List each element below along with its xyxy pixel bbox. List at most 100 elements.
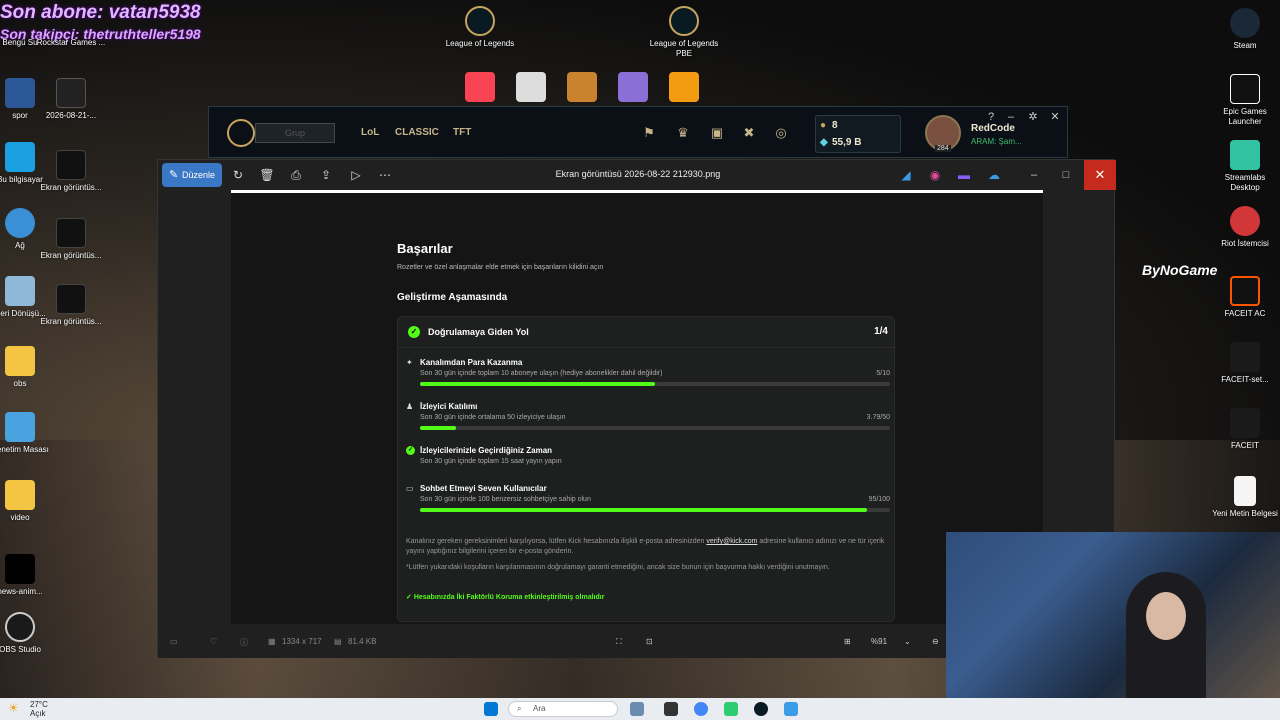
clipchamp-icon[interactable]: ▬ [956,167,972,183]
desktop-icon-riot[interactable]: Riot İstemcisi [1210,206,1280,249]
tft-icon[interactable]: ♛ [675,125,691,141]
store-icon[interactable]: ◎ [773,125,789,141]
fit-icon[interactable]: ⛶ [616,637,622,647]
weather-widget[interactable]: 27°C Açık [30,700,48,718]
desktop-icon-faceit[interactable]: FACEIT [1210,408,1280,451]
recycle-bin-icon [5,276,35,306]
rotate-icon[interactable]: ↻ [230,167,246,183]
zoom-out-icon[interactable]: ⊖ [932,637,939,646]
photos-icon[interactable] [784,702,798,716]
league-logo-icon[interactable] [227,119,255,147]
desktop-icon-label: FACEIT-set... [1221,375,1269,384]
desktop-icon-control-panel[interactable]: Denetim Masası [0,412,55,455]
more-icon[interactable]: ⋯ [377,167,393,183]
desktop-icon-league-of-legends[interactable]: League of Legends [445,6,515,49]
zoom-fit-icon[interactable]: ⊞ [844,637,851,646]
start-icon[interactable] [484,702,498,716]
help-icon[interactable]: ? [983,109,999,125]
minimize-button[interactable]: – [1003,109,1019,125]
email-link[interactable]: verify@kick.com [706,538,757,545]
desktop-icon-video-folder[interactable]: video [0,480,55,523]
faceit-icon [1230,276,1260,306]
champions-icon[interactable]: ✖ [741,125,757,141]
requirement-desc: Son 30 gün içinde ortalama 50 izleyiciye… [420,414,566,421]
be-balance: 55,9 B [832,137,862,148]
task-view-icon[interactable] [664,702,678,716]
party-button[interactable]: Grup [255,123,335,143]
league-icon[interactable] [754,702,768,716]
desktop-icon-screenshot-2[interactable]: Ekran görüntüs... [36,218,106,261]
folder-icon [5,346,35,376]
share-icon[interactable]: ⇪ [318,167,334,183]
delete-icon[interactable]: 🗑 [259,167,275,183]
desktop-icon-faceit-setup[interactable]: FACEIT-set... [1210,342,1280,385]
word-doc-icon [5,78,35,108]
tab-classic[interactable]: CLASSIC [395,127,439,138]
desktop-icon-label: League of Legends PBE [649,39,719,58]
desktop-icon-new-text[interactable]: Yeni Metin Belgesi [1210,476,1280,519]
wallet[interactable]: 8 ● ◆ 55,9 B [815,115,901,153]
desktop-icon-screenshot-3[interactable]: Ekran görüntüs... [36,284,106,327]
slideshow-icon[interactable]: ▷ [348,167,364,183]
taskbar-app-icon[interactable] [630,702,644,716]
settings-icon[interactable]: ✲ [1025,109,1041,125]
folder-icon [5,480,35,510]
desktop-icon-rockstar[interactable]: Rockstar Games ... [36,38,106,48]
search-placeholder: Ara [533,704,546,713]
filmstrip-icon[interactable]: ▭ [170,637,178,646]
edit-button[interactable]: ✎ Düzenle [162,163,222,187]
maximize-button[interactable]: □ [1058,167,1074,183]
desktop-icon-obs-studio[interactable]: OBS Studio [0,612,55,655]
card-header: ✓ Doğrulamaya Giden Yol 1/4 [398,317,896,348]
close-button[interactable]: ✕ [1084,160,1116,190]
desktop-icon-label: FACEIT AC [1224,309,1266,318]
actual-size-icon[interactable]: ⊡ [646,637,653,646]
app-icon[interactable]: ◢ [898,167,914,183]
epic-games-icon [1230,74,1260,104]
chrome-icon[interactable] [694,702,708,716]
edit-icon: ✎ [169,169,179,181]
desktop-icon-news-anim[interactable]: news-anim... [0,554,55,597]
desktop-icon-label: FACEIT [1230,441,1259,450]
weather-icon: ☀ [8,701,19,715]
chevron-down-icon[interactable]: ⌄ [904,637,911,646]
desktop-icon-faceit-ac[interactable]: FACEIT AC [1210,276,1280,319]
tab-tft[interactable]: TFT [453,127,471,138]
streamer-face [1146,592,1186,640]
copilot-icon[interactable]: ◉ [927,167,943,183]
page-title: Başarılar [397,241,453,256]
desktop-icon-label: League of Legends [445,39,515,48]
tab-lol[interactable]: LoL [361,127,379,138]
favorite-icon[interactable]: ♡ [210,637,217,646]
video-thumbnail-icon [56,78,86,108]
desktop-icon-obs-folder[interactable]: obs [0,346,55,389]
desktop-icon-league-pbe[interactable]: League of Legends PBE [649,6,719,59]
desktop-icon-label: Bengü Su [2,38,38,47]
collection-icon[interactable]: ⚑ [641,125,657,141]
desktop-icon-cs[interactable] [649,72,719,105]
onedrive-icon[interactable]: ☁ [986,167,1002,183]
image-thumbnail-icon [56,218,86,248]
zoom-level[interactable]: %91 [871,637,887,646]
minimize-button[interactable]: – [1026,167,1042,183]
print-icon[interactable]: ⎙ [288,167,304,183]
desktop-icon-label: Epic Games Launcher [1223,107,1267,126]
desktop-icon-streamlabs[interactable]: Streamlabs Desktop [1210,140,1280,193]
desktop-icon-label: Ekran görüntüs... [40,251,102,260]
streamlabs-icon[interactable] [724,702,738,716]
requirement-name: İzleyicilerinizle Geçirdiğiniz Zaman [420,446,553,455]
obs-icon [5,612,35,642]
desktop-icon-epic[interactable]: Epic Games Launcher [1210,74,1280,127]
info-icon[interactable]: ⓘ [240,637,248,648]
verification-card: ✓ Doğrulamaya Giden Yol 1/4 ✦ Kanalımdan… [397,316,896,622]
close-icon[interactable]: ✕ [1047,109,1063,125]
desktop-icon-steam[interactable]: Steam [1210,8,1280,51]
progress-fill [420,508,867,512]
desktop-icon-video-file[interactable]: 2026-08-21-... [36,78,106,121]
search-box[interactable]: ⌕ Ara [508,701,618,717]
text-file-icon [1234,476,1256,506]
desktop-icon-screenshot-1[interactable]: Ekran görüntüs... [36,150,106,193]
control-panel-icon [5,412,35,442]
page-subtitle: Rozetler ve özel anlaşmalar elde etmek i… [397,264,604,271]
loot-icon[interactable]: ▣ [709,125,725,141]
